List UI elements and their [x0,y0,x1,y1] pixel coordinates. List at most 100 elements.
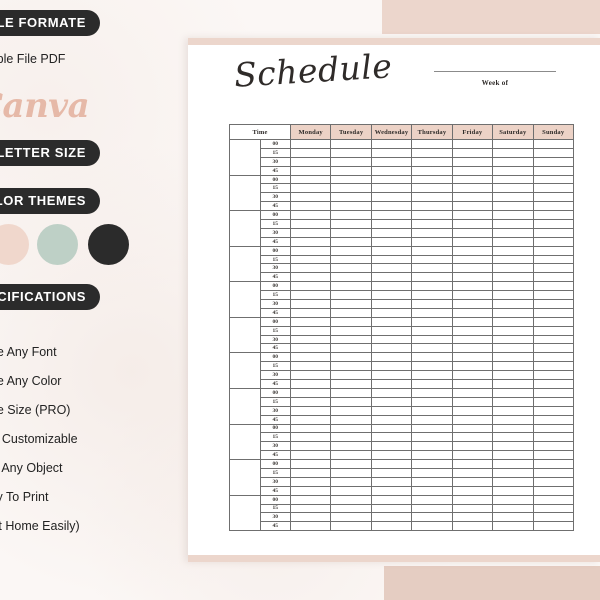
slot-cell-monday[interactable] [289,361,332,372]
slot-cell-friday[interactable] [451,307,494,318]
slot-cell-wednesday[interactable] [370,503,413,514]
slot-cell-sunday[interactable] [532,201,575,212]
slot-cell-saturday[interactable] [492,503,534,514]
slot-cell-friday[interactable] [451,352,494,363]
slot-cell-sunday[interactable] [532,485,575,496]
slot-cell-friday[interactable] [451,334,494,345]
slot-cell-wednesday[interactable] [370,307,413,318]
slot-cell-sunday[interactable] [532,165,575,176]
slot-cell-sunday[interactable] [532,236,575,247]
slot-cell-tuesday[interactable] [330,361,372,372]
slot-cell-wednesday[interactable] [370,405,413,416]
slot-cell-wednesday[interactable] [370,396,413,407]
slot-cell-sunday[interactable] [532,450,575,461]
slot-cell-saturday[interactable] [492,334,534,345]
slot-cell-monday[interactable] [289,405,332,416]
slot-cell-sunday[interactable] [532,147,575,158]
slot-cell-saturday[interactable] [492,396,534,407]
slot-cell-sunday[interactable] [532,325,575,336]
slot-cell-saturday[interactable] [492,147,534,158]
slot-cell-wednesday[interactable] [370,432,413,443]
slot-cell-wednesday[interactable] [370,361,413,372]
slot-cell-monday[interactable] [289,467,332,478]
slot-cell-saturday[interactable] [492,156,534,167]
slot-cell-sunday[interactable] [532,227,575,238]
slot-cell-saturday[interactable] [492,494,534,505]
slot-cell-monday[interactable] [289,343,332,354]
slot-cell-monday[interactable] [289,459,332,469]
slot-cell-wednesday[interactable] [370,299,413,309]
slot-cell-saturday[interactable] [492,307,534,318]
slot-cell-sunday[interactable] [532,432,575,443]
slot-cell-thursday[interactable] [411,387,453,398]
slot-cell-tuesday[interactable] [330,192,372,203]
slot-cell-monday[interactable] [289,432,332,443]
slot-cell-monday[interactable] [289,441,332,452]
slot-cell-thursday[interactable] [411,316,453,327]
slot-cell-wednesday[interactable] [370,281,413,292]
slot-cell-friday[interactable] [451,236,494,247]
slot-cell-friday[interactable] [451,219,494,229]
slot-cell-wednesday[interactable] [370,459,413,469]
slot-cell-wednesday[interactable] [370,343,413,354]
slot-cell-monday[interactable] [289,379,332,389]
slot-cell-tuesday[interactable] [330,183,372,194]
slot-cell-saturday[interactable] [492,521,534,532]
time-entry-cell[interactable] [229,281,261,318]
slot-cell-thursday[interactable] [411,485,453,496]
slot-cell-friday[interactable] [451,147,494,158]
slot-cell-monday[interactable] [289,227,332,238]
slot-cell-thursday[interactable] [411,201,453,212]
slot-cell-sunday[interactable] [532,219,575,229]
slot-cell-monday[interactable] [289,165,332,176]
slot-cell-sunday[interactable] [532,343,575,354]
slot-cell-saturday[interactable] [492,405,534,416]
slot-cell-sunday[interactable] [532,290,575,301]
time-entry-cell[interactable] [229,494,261,532]
slot-cell-sunday[interactable] [532,361,575,372]
slot-cell-thursday[interactable] [411,272,453,283]
slot-cell-sunday[interactable] [532,414,575,425]
slot-cell-thursday[interactable] [411,281,453,292]
slot-cell-sunday[interactable] [532,441,575,452]
slot-cell-monday[interactable] [289,236,332,247]
slot-cell-monday[interactable] [289,494,332,505]
slot-cell-friday[interactable] [451,227,494,238]
slot-cell-thursday[interactable] [411,219,453,229]
slot-cell-sunday[interactable] [532,352,575,363]
slot-cell-sunday[interactable] [532,307,575,318]
slot-cell-wednesday[interactable] [370,245,413,256]
slot-cell-sunday[interactable] [532,139,575,149]
slot-cell-saturday[interactable] [492,201,534,212]
slot-cell-thursday[interactable] [411,139,453,149]
slot-cell-friday[interactable] [451,174,494,185]
slot-cell-tuesday[interactable] [330,387,372,398]
slot-cell-wednesday[interactable] [370,352,413,363]
slot-cell-thursday[interactable] [411,156,453,167]
slot-cell-monday[interactable] [289,387,332,398]
slot-cell-tuesday[interactable] [330,414,372,425]
slot-cell-friday[interactable] [451,361,494,372]
slot-cell-monday[interactable] [289,423,332,434]
slot-cell-monday[interactable] [289,219,332,229]
time-entry-cell[interactable] [229,423,261,461]
color-swatch-blush[interactable] [0,224,29,265]
slot-cell-wednesday[interactable] [370,423,413,434]
slot-cell-wednesday[interactable] [370,219,413,229]
slot-cell-tuesday[interactable] [330,494,372,505]
slot-cell-sunday[interactable] [532,281,575,292]
slot-cell-saturday[interactable] [492,476,534,487]
slot-cell-wednesday[interactable] [370,476,413,487]
feature-pill-1[interactable]: LETTER SIZE [0,140,100,166]
slot-cell-sunday[interactable] [532,423,575,434]
slot-cell-saturday[interactable] [492,414,534,425]
slot-cell-friday[interactable] [451,272,494,283]
slot-cell-friday[interactable] [451,423,494,434]
slot-cell-friday[interactable] [451,387,494,398]
slot-cell-sunday[interactable] [532,334,575,345]
slot-cell-saturday[interactable] [492,245,534,256]
time-entry-cell[interactable] [229,387,261,425]
slot-cell-monday[interactable] [289,334,332,345]
slot-cell-saturday[interactable] [492,343,534,354]
slot-cell-tuesday[interactable] [330,236,372,247]
